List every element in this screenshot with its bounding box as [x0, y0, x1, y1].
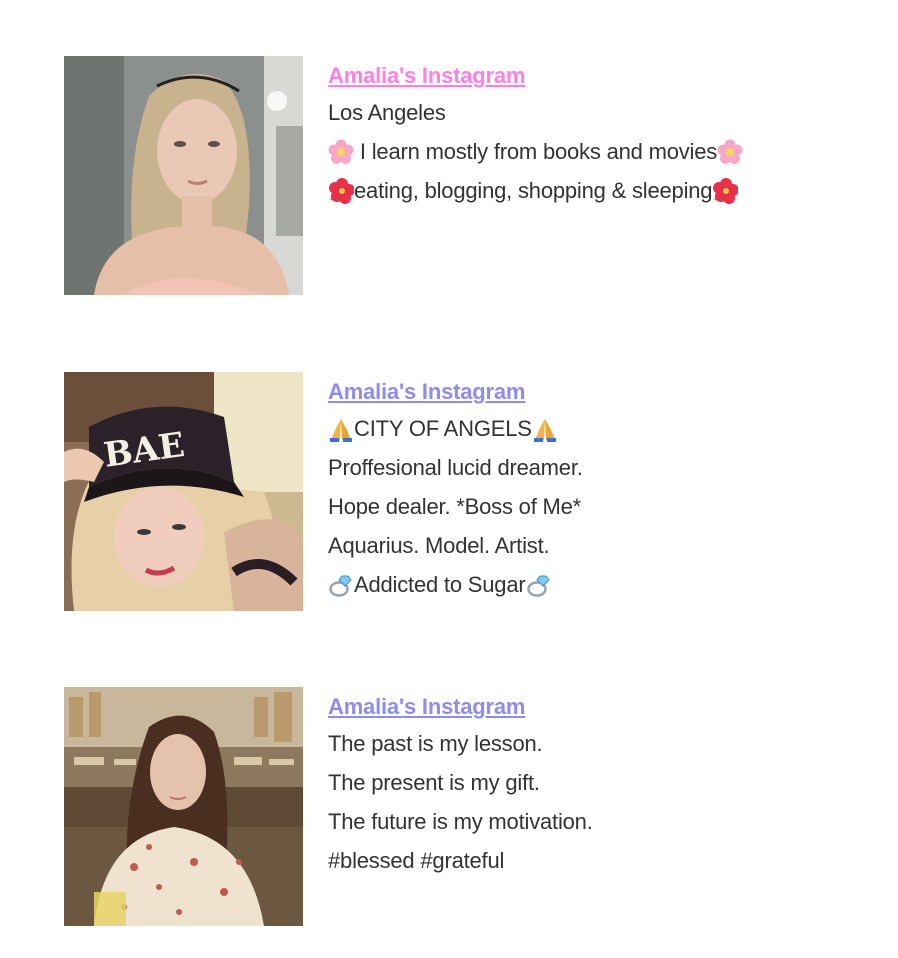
bio-text: The past is my lesson. [328, 731, 543, 756]
profile-info: Amalia's Instagram Los Angeles I learn m… [328, 62, 868, 217]
bio-text: Hope dealer. *Boss of Me* [328, 494, 582, 519]
bio-line: Proffesional lucid dreamer. [328, 455, 868, 481]
instagram-link[interactable]: Amalia's Instagram [328, 378, 868, 406]
bio-text: The future is my motivation. [328, 809, 593, 834]
bio-text: I learn mostly from books and movies [354, 139, 718, 164]
bio-line: Hope dealer. *Boss of Me* [328, 494, 868, 520]
profile-card: Amalia's Instagram Los Angeles I learn m… [64, 56, 864, 296]
bio-line: Addicted to Sugar [328, 572, 868, 598]
bio-text: Aquarius. Model. Artist. [328, 533, 550, 558]
bio-line: The future is my motivation. [328, 809, 868, 835]
instagram-link[interactable]: Amalia's Instagram [328, 62, 868, 90]
portrait-photo-cap-image: BAE [64, 372, 303, 611]
folded-hands-emoji-icon [533, 419, 556, 442]
profile-info: Amalia's Instagram CITY OF ANGELS Proffe… [328, 378, 868, 611]
hibiscus-emoji-icon [329, 178, 354, 204]
portrait-photo-image [64, 56, 303, 295]
folded-hands-emoji-icon [330, 419, 352, 442]
cherry-blossom-emoji-icon [328, 139, 354, 164]
bio-text: Proffesional lucid dreamer. [328, 455, 583, 480]
profile-card: Amalia's Instagram The past is my lesson… [64, 687, 864, 927]
bio-text: Addicted to Sugar [354, 572, 526, 597]
ring-emoji-icon [329, 575, 352, 597]
instagram-link[interactable]: Amalia's Instagram [328, 693, 868, 721]
bio-line: Aquarius. Model. Artist. [328, 533, 868, 559]
profile-card: BAE Amalia's Instagram CITY OF ANGELS Pr… [64, 372, 864, 612]
profile-photo[interactable] [64, 687, 303, 926]
bio-text: The present is my gift. [328, 770, 540, 795]
bio-text: Los Angeles [328, 100, 446, 125]
profile-photo[interactable]: BAE [64, 372, 303, 611]
bio-line: I learn mostly from books and movies [328, 139, 868, 165]
bio-line: Los Angeles [328, 100, 868, 126]
bio-line: The past is my lesson. [328, 731, 868, 757]
bio-line: #blessed #grateful [328, 848, 868, 874]
profile-photo[interactable] [64, 56, 303, 295]
cherry-blossom-emoji-icon [717, 139, 743, 164]
bio-text: CITY OF ANGELS [354, 416, 532, 441]
bio-line: eating, blogging, shopping & sleeping [328, 178, 868, 204]
portrait-photo-cafe-image [64, 687, 303, 926]
bio-text: eating, blogging, shopping & sleeping [354, 178, 713, 203]
ring-emoji-icon [526, 575, 550, 597]
hibiscus-emoji-icon [713, 178, 739, 204]
profile-info: Amalia's Instagram The past is my lesson… [328, 693, 868, 887]
bio-line: The present is my gift. [328, 770, 868, 796]
bio-line: CITY OF ANGELS [328, 416, 868, 442]
bio-text: #blessed #grateful [328, 848, 505, 873]
